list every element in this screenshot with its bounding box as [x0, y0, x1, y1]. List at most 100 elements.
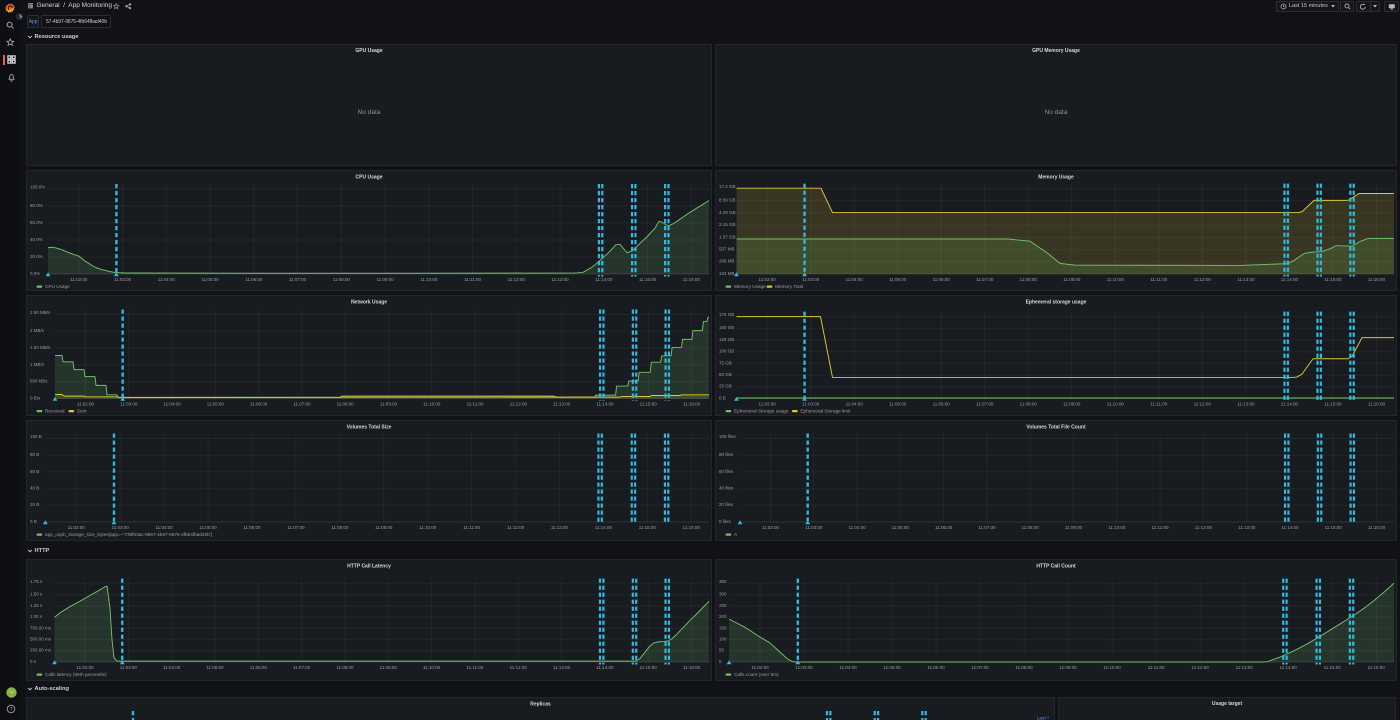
- svg-text:11:03:00: 11:03:00: [114, 277, 132, 282]
- svg-text:40.0%: 40.0%: [30, 237, 43, 242]
- svg-text:11:09:00: 11:09:00: [1060, 665, 1078, 670]
- svg-text:11:09:00: 11:09:00: [376, 277, 394, 282]
- svg-text:11:07:00: 11:07:00: [287, 525, 305, 530]
- svg-text:11:08:00: 11:08:00: [1020, 402, 1038, 407]
- svg-text:11:04:00: 11:04:00: [163, 665, 181, 670]
- svg-text:134 MB: 134 MB: [719, 271, 735, 276]
- svg-text:11:07:00: 11:07:00: [976, 402, 994, 407]
- svg-text:11:07:00: 11:07:00: [289, 277, 307, 282]
- svg-text:11:05:00: 11:05:00: [199, 525, 217, 530]
- svg-text:350: 350: [719, 579, 727, 584]
- svg-text:11:12:00: 11:12:00: [1192, 665, 1210, 670]
- svg-text:11:14:00: 11:14:00: [1281, 402, 1299, 407]
- svg-text:200: 200: [719, 614, 727, 619]
- svg-text:11:13:00: 11:13:00: [1236, 665, 1254, 670]
- svg-text:11:05:00: 11:05:00: [207, 402, 225, 407]
- svg-text:60.0%: 60.0%: [30, 220, 43, 225]
- svg-text:80 files: 80 files: [719, 452, 734, 457]
- svg-text:0 s: 0 s: [30, 659, 37, 664]
- svg-text:11:07:00: 11:07:00: [976, 277, 994, 282]
- svg-text:11:04:00: 11:04:00: [158, 277, 176, 282]
- svg-text:537 MB: 537 MB: [719, 247, 735, 252]
- svg-text:11:11:00: 11:11:00: [467, 402, 484, 407]
- svg-text:11:06:00: 11:06:00: [250, 402, 268, 407]
- svg-text:75 GB: 75 GB: [719, 360, 732, 365]
- svg-text:11:12:00: 11:12:00: [510, 665, 528, 670]
- svg-text:11:04:00: 11:04:00: [163, 402, 181, 407]
- svg-text:20 files: 20 files: [719, 502, 734, 507]
- svg-text:11:16:00: 11:16:00: [683, 665, 701, 670]
- svg-text:11:02:00: 11:02:00: [762, 525, 780, 530]
- svg-text:25 GB: 25 GB: [719, 384, 732, 389]
- svg-text:11:10:00: 11:10:00: [1108, 525, 1126, 530]
- svg-text:11:04:00: 11:04:00: [839, 665, 857, 670]
- svg-text:750.00 ms: 750.00 ms: [30, 625, 52, 630]
- svg-text:150: 150: [719, 625, 727, 630]
- svg-text:11:15:00: 11:15:00: [1324, 277, 1342, 282]
- svg-text:1.75 s: 1.75 s: [30, 579, 43, 584]
- svg-text:11:16:00: 11:16:00: [683, 525, 701, 530]
- svg-text:11:14:00: 11:14:00: [596, 665, 614, 670]
- svg-text:150 GB: 150 GB: [719, 325, 734, 330]
- svg-text:11:03:00: 11:03:00: [802, 277, 820, 282]
- svg-text:2.50 MB/s: 2.50 MB/s: [30, 310, 51, 315]
- svg-text:17.2 GB: 17.2 GB: [719, 184, 736, 189]
- svg-text:80 B: 80 B: [30, 452, 39, 457]
- svg-text:11:09:00: 11:09:00: [1065, 525, 1083, 530]
- svg-text:50 GB: 50 GB: [719, 372, 732, 377]
- svg-text:CPU Usage: CPU Usage: [45, 284, 70, 289]
- svg-text:8.59 GB: 8.59 GB: [719, 198, 736, 203]
- svg-text:11:06:00: 11:06:00: [935, 525, 953, 530]
- svg-text:11:15:00: 11:15:00: [639, 525, 657, 530]
- svg-text:Replicas: Replicas: [530, 701, 551, 707]
- svg-text:11:08:00: 11:08:00: [1015, 665, 1033, 670]
- svg-text:11:05:00: 11:05:00: [889, 277, 907, 282]
- svg-text:11:13:00: 11:13:00: [551, 525, 569, 530]
- svg-text:11:12:00: 11:12:00: [1194, 402, 1212, 407]
- svg-text:11:16:00: 11:16:00: [1368, 277, 1386, 282]
- svg-text:11:09:00: 11:09:00: [375, 525, 393, 530]
- svg-text:500 kB/s: 500 kB/s: [30, 379, 48, 384]
- svg-text:Memory Total: Memory Total: [775, 284, 803, 289]
- svg-text:11:03:00: 11:03:00: [795, 665, 813, 670]
- svg-text:11:12:00: 11:12:00: [1195, 525, 1213, 530]
- svg-text:11:11:00: 11:11:00: [464, 277, 481, 282]
- svg-text:Calls latency (95th percentile: Calls latency (95th percentile): [45, 672, 107, 677]
- svg-text:11:12:00: 11:12:00: [510, 402, 528, 407]
- svg-text:11:11:00: 11:11:00: [1150, 402, 1167, 407]
- svg-text:1.25 s: 1.25 s: [30, 603, 43, 608]
- svg-text:11:15:00: 11:15:00: [640, 665, 658, 670]
- svg-text:11:08:00: 11:08:00: [1020, 277, 1038, 282]
- svg-text:40 files: 40 files: [719, 486, 734, 491]
- svg-text:11:10:00: 11:10:00: [420, 277, 438, 282]
- svg-text:11:15:00: 11:15:00: [640, 402, 658, 407]
- svg-text:Memory Usage: Memory Usage: [1038, 174, 1074, 180]
- svg-text:Calls count (over 5m): Calls count (over 5m): [734, 672, 779, 677]
- svg-text:11:08:00: 11:08:00: [336, 665, 354, 670]
- svg-text:Last *: Last *: [1037, 715, 1049, 720]
- svg-text:11:09:00: 11:09:00: [1063, 402, 1081, 407]
- svg-text:11:04:00: 11:04:00: [846, 402, 864, 407]
- svg-text:0 files: 0 files: [719, 519, 732, 524]
- svg-text:HTTP Call Latency: HTTP Call Latency: [347, 563, 391, 569]
- svg-text:11:16:00: 11:16:00: [683, 277, 701, 282]
- svg-text:1.50 s: 1.50 s: [30, 592, 43, 597]
- svg-text:11:05:00: 11:05:00: [206, 665, 224, 670]
- svg-text:0 B/s: 0 B/s: [30, 395, 41, 400]
- svg-text:11:10:00: 11:10:00: [419, 525, 437, 530]
- svg-text:11:06:00: 11:06:00: [933, 277, 951, 282]
- svg-text:11:15:00: 11:15:00: [1324, 665, 1342, 670]
- svg-text:11:14:00: 11:14:00: [1281, 525, 1299, 530]
- svg-text:11:11:00: 11:11:00: [463, 525, 480, 530]
- svg-text:11:05:00: 11:05:00: [883, 665, 901, 670]
- svg-text:11:09:00: 11:09:00: [380, 402, 398, 407]
- svg-text:0 B: 0 B: [30, 519, 37, 524]
- svg-text:11:10:00: 11:10:00: [1107, 402, 1125, 407]
- svg-text:125 GB: 125 GB: [719, 337, 734, 342]
- svg-text:11:03:00: 11:03:00: [120, 665, 138, 670]
- svg-text:11:08:00: 11:08:00: [333, 277, 351, 282]
- svg-text:11:07:00: 11:07:00: [293, 665, 311, 670]
- svg-text:CPU Usage: CPU Usage: [356, 174, 383, 180]
- svg-text:11:12:00: 11:12:00: [1194, 277, 1212, 282]
- svg-text:11:11:00: 11:11:00: [1150, 277, 1167, 282]
